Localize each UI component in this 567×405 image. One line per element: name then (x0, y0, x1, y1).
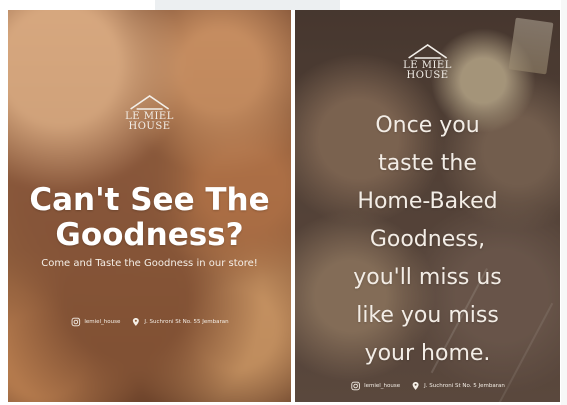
right-instagram-text: lemiel_house (364, 382, 401, 389)
left-headline-line-2: Goodness? (55, 217, 244, 253)
left-logo: LE MIEL HOUSE (125, 93, 174, 132)
right-poster: LE MIEL HOUSE Once you taste the Home-Ba… (295, 10, 560, 402)
left-subline: Come and Taste the Goodness in our store… (41, 258, 258, 269)
right-quote-line-1: Once you (375, 113, 480, 138)
left-headline: Can't See The Goodness? (18, 183, 281, 253)
instagram-icon (71, 317, 80, 327)
left-location-contact: J. Suchroni St No. 55 Jembaran (130, 317, 229, 327)
right-location-contact: J. Suchroni St No. 5 Jembaran (410, 381, 505, 391)
instagram-icon (350, 381, 360, 391)
left-poster: LE MIEL HOUSE Can't See The Goodness? Co… (8, 10, 291, 402)
top-strip (155, 0, 340, 10)
left-logo-line-2: HOUSE (128, 121, 171, 132)
left-contact-row: lemiel_house J. Suchroni St No. 55 Jemba… (70, 317, 229, 327)
right-quote-line-6: like you miss (356, 303, 499, 328)
location-pin-icon (412, 382, 419, 390)
right-quote: Once you taste the Home-Baked Goodness, … (313, 107, 542, 373)
house-roof-icon (130, 95, 169, 110)
location-pin-icon (132, 318, 139, 326)
right-instagram-contact: lemiel_house (350, 381, 400, 391)
right-contact-row: lemiel_house J. Suchroni St No. 5 Jembar… (350, 381, 505, 391)
right-quote-line-5: you'll miss us (353, 265, 502, 290)
right-quote-line-3: Home-Baked (357, 189, 498, 214)
left-instagram-contact: lemiel_house (70, 317, 120, 327)
left-address-text: J. Suchroni St No. 55 Jembaran (144, 318, 229, 325)
right-logo: LE MIEL HOUSE (403, 42, 452, 81)
right-address-text: J. Suchroni St No. 5 Jembaran (424, 382, 505, 389)
right-edge-margin (561, 0, 567, 405)
left-headline-line-1: Can't See The (29, 182, 270, 218)
right-quote-line-2: taste the (378, 151, 477, 176)
right-logo-line-2: HOUSE (406, 70, 449, 81)
right-quote-line-7: your home. (364, 341, 491, 366)
poster-canvas: LE MIEL HOUSE Can't See The Goodness? Co… (0, 0, 567, 405)
right-quote-line-4: Goodness, (369, 227, 486, 252)
left-instagram-text: lemiel_house (84, 318, 121, 325)
house-roof-icon (408, 44, 447, 59)
